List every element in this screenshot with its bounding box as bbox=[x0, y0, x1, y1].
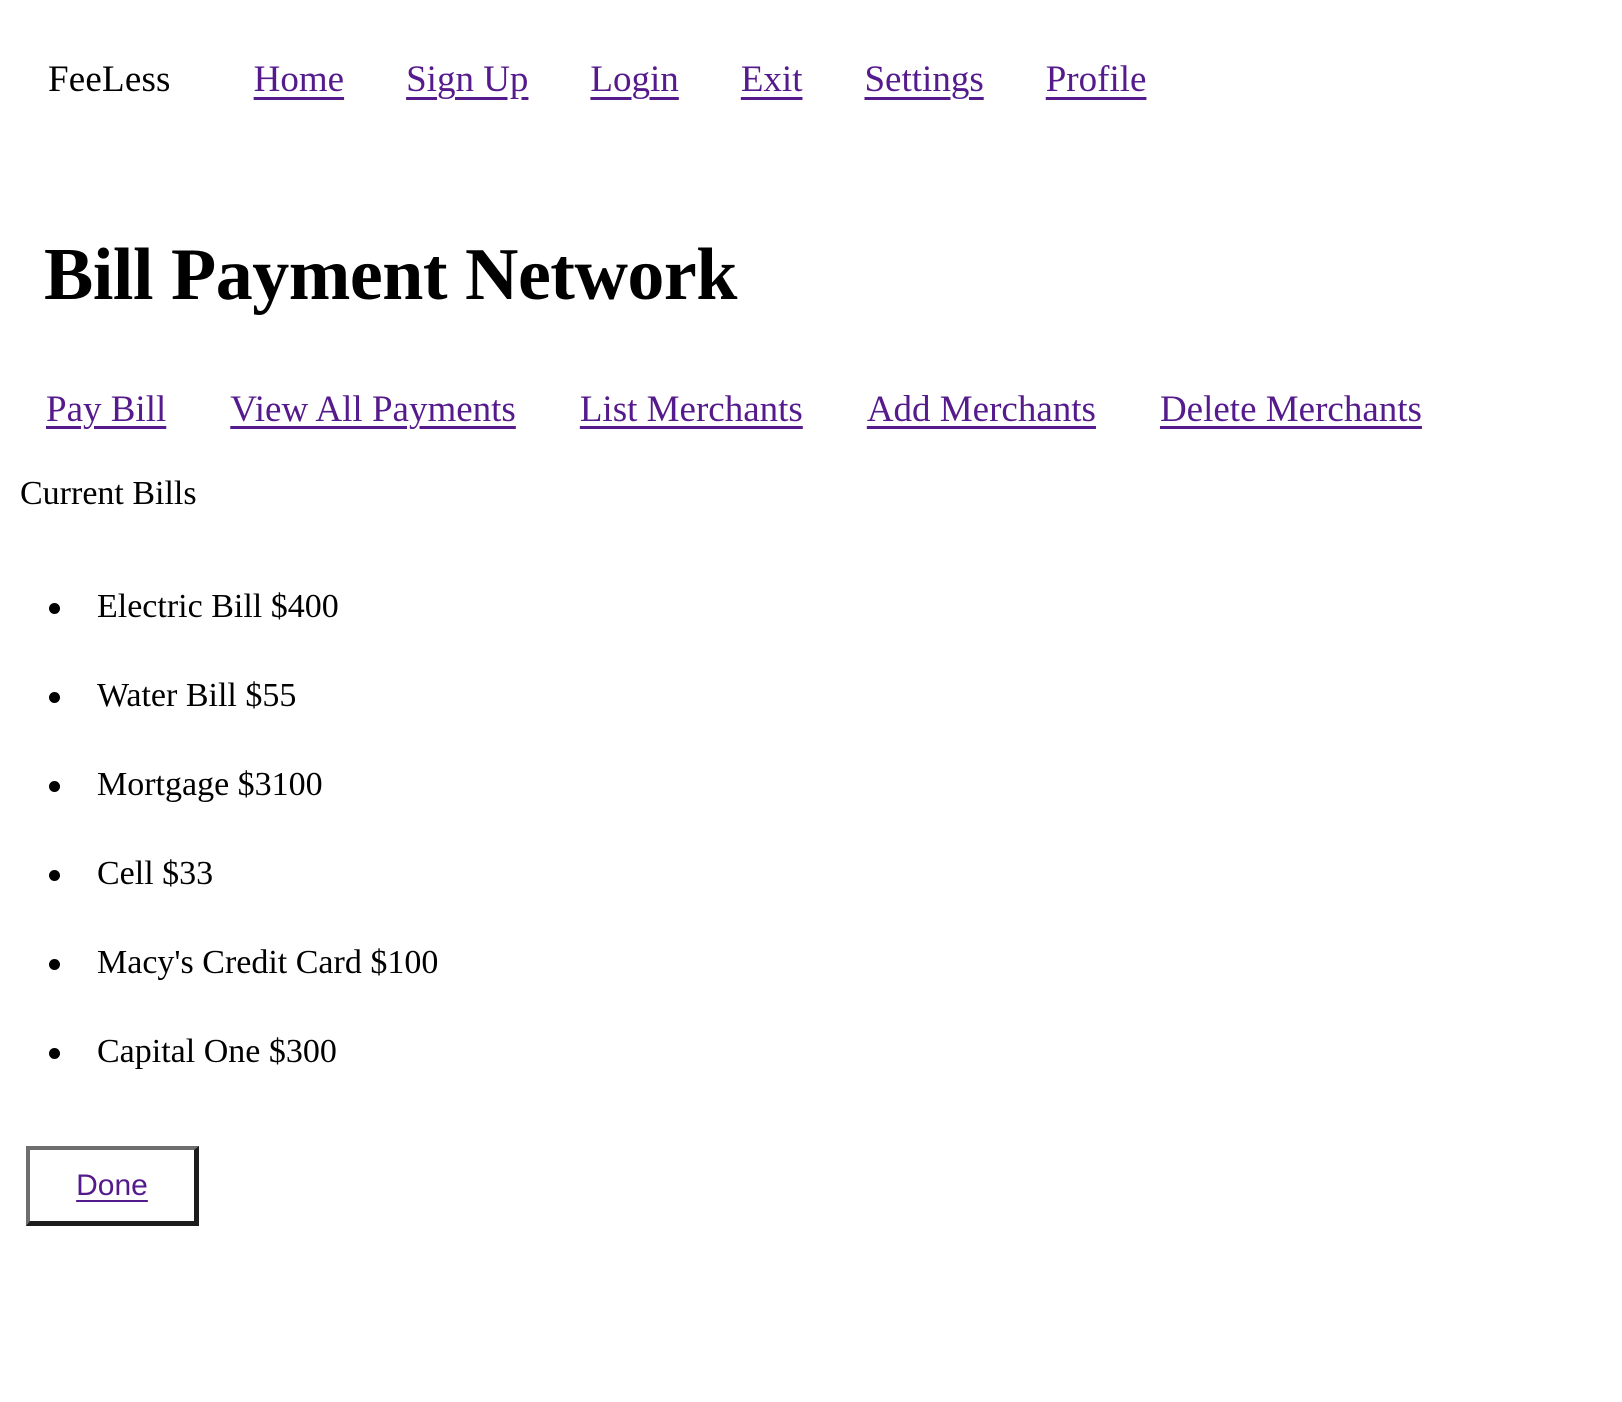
bill-label: Electric Bill $400 bbox=[97, 588, 339, 625]
bill-label: Cell $33 bbox=[97, 855, 214, 892]
nav-link-profile[interactable]: Profile bbox=[1046, 59, 1147, 100]
done-button[interactable]: Done bbox=[26, 1146, 199, 1226]
current-bills-heading: Current Bills bbox=[20, 475, 197, 512]
list-item: Electric Bill $400 bbox=[49, 562, 438, 651]
bill-label: Capital One $300 bbox=[97, 1033, 337, 1070]
list-item: Macy's Credit Card $100 bbox=[49, 918, 439, 1007]
nav-link-exit[interactable]: Exit bbox=[741, 59, 803, 100]
done-button-label[interactable]: Done bbox=[76, 1169, 148, 1203]
section-navigation: Pay Bill View All Payments List Merchants A… bbox=[46, 388, 1422, 432]
bullet-icon bbox=[49, 562, 63, 651]
bill-label: Mortgage $3100 bbox=[97, 766, 323, 803]
section-link-view-all-payments[interactable]: View All Payments bbox=[230, 389, 516, 430]
nav-link-home[interactable]: Home bbox=[254, 59, 344, 100]
bullet-icon bbox=[49, 651, 63, 740]
bullet-icon bbox=[49, 740, 63, 829]
section-link-pay-bill[interactable]: Pay Bill bbox=[46, 389, 166, 430]
bullet-icon bbox=[49, 1007, 63, 1096]
current-bills-list: Electric Bill $400 Water Bill $55 Mortga… bbox=[0, 562, 438, 1096]
section-link-list-merchants[interactable]: List Merchants bbox=[580, 389, 803, 430]
list-item: Cell $33 bbox=[49, 829, 438, 918]
top-navigation: FeeLess Home Sign Up Login Exit Settings Profi… bbox=[48, 58, 1146, 102]
site-brand: FeeLess bbox=[48, 59, 171, 100]
page-title: Bill Payment Network bbox=[44, 234, 737, 316]
list-item: Capital One $300 bbox=[49, 1007, 438, 1096]
list-item: Water Bill $55 bbox=[49, 651, 438, 740]
list-item: Mortgage $3100 bbox=[49, 740, 438, 829]
bill-label: Water Bill $55 bbox=[97, 677, 297, 714]
section-link-delete-merchants[interactable]: Delete Merchants bbox=[1160, 389, 1422, 430]
bullet-icon bbox=[49, 918, 63, 1007]
bullet-icon bbox=[49, 829, 63, 918]
nav-link-sign-up[interactable]: Sign Up bbox=[406, 59, 528, 100]
nav-link-login[interactable]: Login bbox=[590, 59, 678, 100]
bill-label: Macy's Credit Card $100 bbox=[97, 944, 439, 981]
nav-link-settings[interactable]: Settings bbox=[864, 59, 983, 100]
section-link-add-merchants[interactable]: Add Merchants bbox=[867, 389, 1096, 430]
